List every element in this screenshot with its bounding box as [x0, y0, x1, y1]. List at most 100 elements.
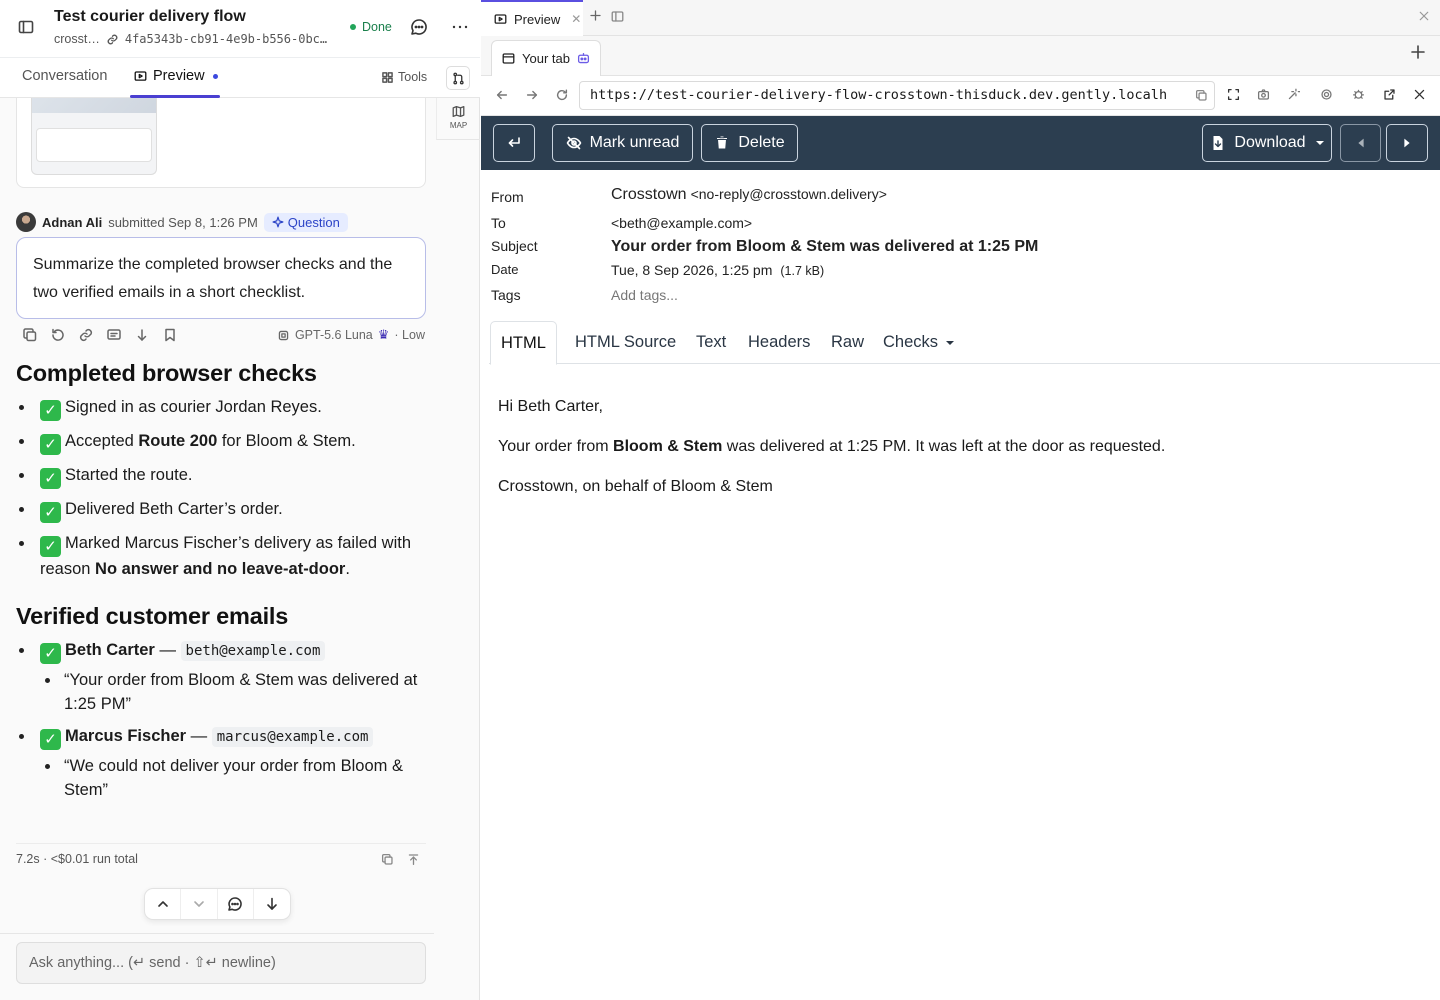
- list-item: ✓ Marked Marcus Fischer’s delivery as fai…: [16, 531, 426, 581]
- next-message-button[interactable]: [1386, 124, 1428, 162]
- sender-name: Crosstown: [611, 186, 687, 203]
- new-tab-icon[interactable]: [1410, 44, 1426, 60]
- link-icon[interactable]: [78, 327, 94, 343]
- split-view-icon[interactable]: [611, 10, 624, 23]
- url-input[interactable]: https://test-courier-delivery-flow-cross…: [579, 81, 1215, 110]
- check-text: Accepted: [65, 432, 139, 450]
- close-icon[interactable]: [1413, 88, 1426, 101]
- tab-raw[interactable]: Raw: [821, 321, 874, 364]
- eye-slash-icon: [566, 135, 582, 151]
- unread-dot: [212, 73, 218, 79]
- download-button[interactable]: Download: [1202, 124, 1332, 162]
- reload-icon[interactable]: [555, 88, 569, 102]
- close-icon[interactable]: ✕: [571, 12, 581, 26]
- arrow-down-icon[interactable]: [134, 327, 150, 343]
- header-label: To: [491, 215, 506, 231]
- window-icon: [502, 52, 515, 65]
- arrow-down-icon[interactable]: [254, 889, 290, 919]
- select-element-icon[interactable]: [1227, 88, 1240, 101]
- browser-tab-your-tab[interactable]: Your tab: [491, 40, 601, 76]
- sub-list: “We could not deliver your order from Bl…: [40, 754, 426, 802]
- add-tags-input[interactable]: Add tags...: [611, 287, 678, 303]
- tab-html-source[interactable]: HTML Source: [565, 321, 686, 364]
- list-item: “Your order from Bloom & Stem was delive…: [40, 668, 426, 716]
- status-label: Done: [362, 20, 392, 34]
- emails-list: ✓ Beth Carter — beth@example.com “Your or…: [16, 638, 426, 802]
- close-pane-icon[interactable]: [1418, 10, 1430, 22]
- message-actions: [22, 327, 178, 343]
- tab-checks-label: Checks: [883, 333, 939, 351]
- thumbnail-delivery-card: [36, 128, 152, 162]
- chat-bubble-icon[interactable]: [106, 327, 122, 343]
- tab-conversation[interactable]: Conversation: [22, 68, 107, 84]
- bug-icon[interactable]: [1352, 88, 1365, 101]
- tab-headers[interactable]: Headers: [738, 321, 820, 364]
- email-signoff: Crosstown, on behalf of Bloom & Stem: [498, 478, 773, 495]
- tab-preview[interactable]: Preview: [134, 68, 218, 84]
- user-prompt: Summarize the completed browser checks a…: [16, 237, 426, 319]
- magic-wand-icon[interactable]: [1287, 88, 1300, 101]
- tab-preview[interactable]: Preview ✕: [481, 0, 583, 36]
- forward-icon[interactable]: [525, 88, 539, 102]
- pull-request-icon[interactable]: [446, 66, 470, 90]
- tab-checks[interactable]: Checks: [873, 321, 964, 364]
- download-icon: [1210, 135, 1226, 151]
- task-id[interactable]: 4fa5343b-cb91-4e9b-b556-0bc…: [125, 32, 327, 46]
- run-total: 7.2s · <$0.01 run total: [16, 852, 138, 866]
- chevron-down-icon[interactable]: [181, 889, 218, 919]
- heading-verified-emails: Verified customer emails: [16, 603, 289, 629]
- delete-button[interactable]: Delete: [701, 124, 798, 162]
- list-item: “We could not deliver your order from Bl…: [40, 754, 426, 802]
- mark-unread-button[interactable]: Mark unread: [552, 124, 693, 162]
- more-options-icon[interactable]: [451, 18, 469, 36]
- ask-input[interactable]: Ask anything... (↵ send · ⇧↵ newline): [16, 942, 426, 984]
- caret-down-icon: [1315, 141, 1324, 145]
- mark-unread-label: Mark unread: [589, 134, 680, 151]
- tab-text[interactable]: Text: [686, 321, 736, 364]
- url-text: https://test-courier-delivery-flow-cross…: [590, 87, 1168, 103]
- divider: [16, 843, 426, 844]
- model-name: GPT-5.6 Luna: [294, 328, 373, 342]
- check-icon: ✓: [40, 468, 61, 489]
- mail-toolbar: Mark unread Delete Download: [481, 116, 1440, 170]
- message-author: Adnan Ali: [42, 214, 103, 230]
- body-text-bold: Bloom & Stem: [613, 438, 723, 455]
- comment-icon[interactable]: [218, 889, 254, 919]
- back-icon[interactable]: [495, 88, 509, 102]
- reply-icon: [506, 135, 522, 151]
- bookmark-icon[interactable]: [162, 327, 178, 343]
- crown-icon: ♛: [377, 327, 390, 342]
- recipient-address: <beth@example.com>: [611, 215, 753, 231]
- add-tab-icon[interactable]: [589, 9, 602, 22]
- previous-message-button[interactable]: [1340, 124, 1381, 162]
- record-icon[interactable]: [1320, 88, 1333, 101]
- tools-button[interactable]: Tools: [382, 70, 427, 84]
- tab-html[interactable]: HTML: [490, 321, 557, 365]
- map-toggle[interactable]: MAP: [436, 98, 480, 140]
- tab-preview-label: Preview: [153, 68, 205, 84]
- open-external-icon[interactable]: [1383, 88, 1396, 101]
- reply-button[interactable]: [493, 124, 535, 162]
- chevron-up-icon[interactable]: [145, 889, 182, 919]
- link-icon: [106, 33, 119, 46]
- header-label: Subject: [491, 238, 538, 254]
- list-item: ✓ Marcus Fischer — marcus@example.com “We…: [16, 724, 426, 802]
- list-item: ✓ Accepted Route 200 for Bloom & Stem.: [16, 429, 426, 455]
- copy-icon[interactable]: [381, 853, 394, 866]
- camera-icon[interactable]: [1257, 88, 1270, 101]
- customer-email: beth@example.com: [180, 641, 326, 661]
- retry-icon[interactable]: [50, 327, 66, 343]
- email-paragraph: Your order from Bloom & Stem was deliver…: [498, 436, 1418, 458]
- status-badge: Done: [350, 20, 392, 34]
- sidebar-toggle-icon[interactable]: [18, 19, 34, 35]
- comment-icon[interactable]: [410, 18, 428, 36]
- check-text-bold: Route 200: [138, 432, 218, 450]
- list-item: ✓ Beth Carter — beth@example.com “Your or…: [16, 638, 426, 716]
- header-label: From: [491, 189, 524, 205]
- copy-icon[interactable]: [1195, 89, 1208, 102]
- map-icon: [437, 105, 480, 118]
- scroll-top-icon[interactable]: [407, 853, 420, 866]
- agent-icon: [577, 52, 590, 65]
- copy-icon[interactable]: [22, 327, 38, 343]
- screenshot-thumbnail[interactable]: [31, 98, 157, 175]
